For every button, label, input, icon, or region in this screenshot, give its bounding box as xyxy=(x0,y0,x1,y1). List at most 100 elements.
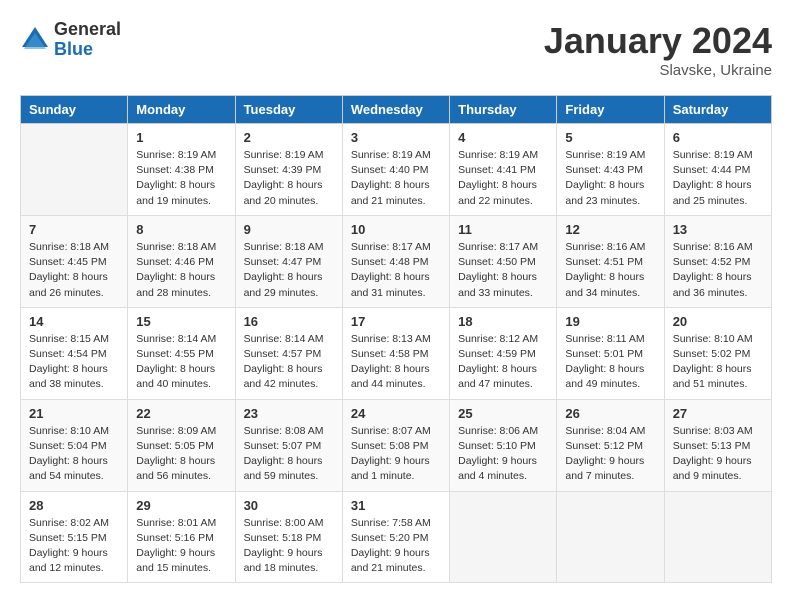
day-cell: 16Sunrise: 8:14 AMSunset: 4:57 PMDayligh… xyxy=(235,307,342,399)
header-sunday: Sunday xyxy=(21,96,128,124)
logo-blue: Blue xyxy=(54,40,121,60)
day-number: 31 xyxy=(351,498,441,513)
day-info: Sunrise: 8:12 AMSunset: 4:59 PMDaylight:… xyxy=(458,332,548,393)
week-row-2: 7 Sunrise: 8:18 AMSunset: 4:45 PMDaylight… xyxy=(21,215,772,307)
week-row-4: 21Sunrise: 8:10 AMSunset: 5:04 PMDayligh… xyxy=(21,399,772,491)
day-number: 3 xyxy=(351,130,441,145)
day-info: Sunrise: 8:01 AMSunset: 5:16 PMDaylight:… xyxy=(136,516,226,577)
day-info: Sunrise: 8:16 AMSunset: 4:51 PMDaylight:… xyxy=(565,240,655,301)
day-cell: 27 Sunrise: 8:03 AMSunset: 5:13 PMDayligh… xyxy=(664,399,771,491)
day-info: Sunrise: 7:58 AMSunset: 5:20 PMDaylight:… xyxy=(351,516,441,577)
logo-general: General xyxy=(54,20,121,40)
day-number: 30 xyxy=(244,498,334,513)
day-cell xyxy=(664,491,771,583)
header-monday: Monday xyxy=(128,96,235,124)
day-cell: 8 Sunrise: 8:18 AMSunset: 4:46 PMDaylight… xyxy=(128,215,235,307)
day-info: Sunrise: 8:19 AMSunset: 4:44 PMDaylight:… xyxy=(673,148,763,209)
day-cell: 31 Sunrise: 7:58 AMSunset: 5:20 PMDayligh… xyxy=(342,491,449,583)
day-number: 4 xyxy=(458,130,548,145)
day-cell: 9 Sunrise: 8:18 AMSunset: 4:47 PMDaylight… xyxy=(235,215,342,307)
day-cell: 22 Sunrise: 8:09 AMSunset: 5:05 PMDayligh… xyxy=(128,399,235,491)
day-number: 14 xyxy=(29,314,119,329)
day-cell: 14 Sunrise: 8:15 AMSunset: 4:54 PMDayligh… xyxy=(21,307,128,399)
day-number: 1 xyxy=(136,130,226,145)
day-cell: 6Sunrise: 8:19 AMSunset: 4:44 PMDaylight… xyxy=(664,124,771,216)
day-info: Sunrise: 8:00 AMSunset: 5:18 PMDaylight:… xyxy=(244,516,334,577)
day-number: 22 xyxy=(136,406,226,421)
day-cell: 29Sunrise: 8:01 AMSunset: 5:16 PMDayligh… xyxy=(128,491,235,583)
day-info: Sunrise: 8:09 AMSunset: 5:05 PMDaylight:… xyxy=(136,424,226,485)
day-number: 17 xyxy=(351,314,441,329)
week-row-5: 28 Sunrise: 8:02 AMSunset: 5:15 PMDayligh… xyxy=(21,491,772,583)
day-cell: 18Sunrise: 8:12 AMSunset: 4:59 PMDayligh… xyxy=(450,307,557,399)
page-header: General Blue January 2024 Slavske, Ukrai… xyxy=(20,20,772,79)
day-info: Sunrise: 8:11 AMSunset: 5:01 PMDaylight:… xyxy=(565,332,655,393)
day-info: Sunrise: 8:07 AMSunset: 5:08 PMDaylight:… xyxy=(351,424,441,485)
day-number: 5 xyxy=(565,130,655,145)
day-cell: 15 Sunrise: 8:14 AMSunset: 4:55 PMDayligh… xyxy=(128,307,235,399)
day-info: Sunrise: 8:06 AMSunset: 5:10 PMDaylight:… xyxy=(458,424,548,485)
day-number: 16 xyxy=(244,314,334,329)
header-thursday: Thursday xyxy=(450,96,557,124)
day-number: 13 xyxy=(673,222,763,237)
day-cell: 23Sunrise: 8:08 AMSunset: 5:07 PMDayligh… xyxy=(235,399,342,491)
day-cell: 20Sunrise: 8:10 AMSunset: 5:02 PMDayligh… xyxy=(664,307,771,399)
day-info: Sunrise: 8:19 AMSunset: 4:38 PMDaylight:… xyxy=(136,148,226,209)
day-info: Sunrise: 8:18 AMSunset: 4:45 PMDaylight:… xyxy=(29,240,119,301)
day-number: 8 xyxy=(136,222,226,237)
day-number: 7 xyxy=(29,222,119,237)
day-cell: 13 Sunrise: 8:16 AMSunset: 4:52 PMDayligh… xyxy=(664,215,771,307)
day-info: Sunrise: 8:10 AMSunset: 5:04 PMDaylight:… xyxy=(29,424,119,485)
day-cell xyxy=(557,491,664,583)
day-info: Sunrise: 8:18 AMSunset: 4:47 PMDaylight:… xyxy=(244,240,334,301)
header-wednesday: Wednesday xyxy=(342,96,449,124)
day-cell: 28 Sunrise: 8:02 AMSunset: 5:15 PMDayligh… xyxy=(21,491,128,583)
day-number: 9 xyxy=(244,222,334,237)
day-info: Sunrise: 8:14 AMSunset: 4:55 PMDaylight:… xyxy=(136,332,226,393)
day-info: Sunrise: 8:19 AMSunset: 4:39 PMDaylight:… xyxy=(244,148,334,209)
day-info: Sunrise: 8:15 AMSunset: 4:54 PMDaylight:… xyxy=(29,332,119,393)
day-number: 23 xyxy=(244,406,334,421)
header-tuesday: Tuesday xyxy=(235,96,342,124)
day-cell: 5Sunrise: 8:19 AMSunset: 4:43 PMDaylight… xyxy=(557,124,664,216)
title-block: January 2024 Slavske, Ukraine xyxy=(544,20,772,79)
day-info: Sunrise: 8:16 AMSunset: 4:52 PMDaylight:… xyxy=(673,240,763,301)
day-info: Sunrise: 8:17 AMSunset: 4:50 PMDaylight:… xyxy=(458,240,548,301)
day-info: Sunrise: 8:18 AMSunset: 4:46 PMDaylight:… xyxy=(136,240,226,301)
day-cell: 10 Sunrise: 8:17 AMSunset: 4:48 PMDayligh… xyxy=(342,215,449,307)
day-info: Sunrise: 8:17 AMSunset: 4:48 PMDaylight:… xyxy=(351,240,441,301)
day-cell: 19Sunrise: 8:11 AMSunset: 5:01 PMDayligh… xyxy=(557,307,664,399)
day-cell: 26 Sunrise: 8:04 AMSunset: 5:12 PMDayligh… xyxy=(557,399,664,491)
week-row-1: 1 Sunrise: 8:19 AMSunset: 4:38 PMDaylight… xyxy=(21,124,772,216)
day-number: 25 xyxy=(458,406,548,421)
header-saturday: Saturday xyxy=(664,96,771,124)
day-cell: 11 Sunrise: 8:17 AMSunset: 4:50 PMDayligh… xyxy=(450,215,557,307)
calendar-table: SundayMondayTuesdayWednesdayThursdayFrid… xyxy=(20,95,772,583)
day-number: 2 xyxy=(244,130,334,145)
day-info: Sunrise: 8:13 AMSunset: 4:58 PMDaylight:… xyxy=(351,332,441,393)
day-info: Sunrise: 8:03 AMSunset: 5:13 PMDaylight:… xyxy=(673,424,763,485)
day-info: Sunrise: 8:10 AMSunset: 5:02 PMDaylight:… xyxy=(673,332,763,393)
day-cell: 1 Sunrise: 8:19 AMSunset: 4:38 PMDaylight… xyxy=(128,124,235,216)
day-cell: 4 Sunrise: 8:19 AMSunset: 4:41 PMDaylight… xyxy=(450,124,557,216)
day-info: Sunrise: 8:04 AMSunset: 5:12 PMDaylight:… xyxy=(565,424,655,485)
day-info: Sunrise: 8:19 AMSunset: 4:40 PMDaylight:… xyxy=(351,148,441,209)
day-number: 28 xyxy=(29,498,119,513)
day-cell: 12Sunrise: 8:16 AMSunset: 4:51 PMDayligh… xyxy=(557,215,664,307)
day-info: Sunrise: 8:19 AMSunset: 4:41 PMDaylight:… xyxy=(458,148,548,209)
logo: General Blue xyxy=(20,20,121,60)
day-number: 27 xyxy=(673,406,763,421)
day-number: 26 xyxy=(565,406,655,421)
day-number: 15 xyxy=(136,314,226,329)
day-number: 10 xyxy=(351,222,441,237)
logo-icon xyxy=(20,25,50,55)
day-cell: 21Sunrise: 8:10 AMSunset: 5:04 PMDayligh… xyxy=(21,399,128,491)
day-cell xyxy=(450,491,557,583)
day-info: Sunrise: 8:02 AMSunset: 5:15 PMDaylight:… xyxy=(29,516,119,577)
calendar-header-row: SundayMondayTuesdayWednesdayThursdayFrid… xyxy=(21,96,772,124)
day-cell: 25 Sunrise: 8:06 AMSunset: 5:10 PMDayligh… xyxy=(450,399,557,491)
day-number: 11 xyxy=(458,222,548,237)
week-row-3: 14 Sunrise: 8:15 AMSunset: 4:54 PMDayligh… xyxy=(21,307,772,399)
header-friday: Friday xyxy=(557,96,664,124)
day-cell: 3 Sunrise: 8:19 AMSunset: 4:40 PMDaylight… xyxy=(342,124,449,216)
